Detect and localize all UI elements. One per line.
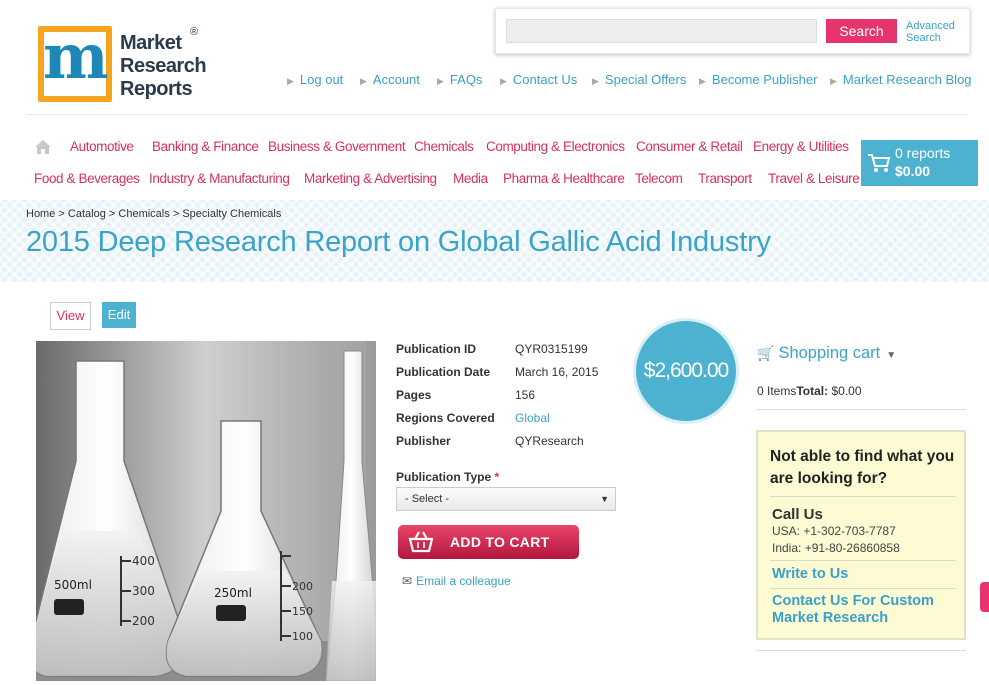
header-cart-button[interactable]: 0 reports $0.00 xyxy=(861,140,978,186)
site-logo[interactable]: m Market Research Reports ® xyxy=(38,20,213,106)
help-question: Not able to find what you are looking fo… xyxy=(770,448,955,487)
basket-icon xyxy=(408,531,434,553)
add-to-cart-button[interactable]: ADD TO CART xyxy=(398,525,579,559)
header-divider xyxy=(26,114,968,115)
svg-text:100: 100 xyxy=(292,630,313,643)
nav-computing-electronics[interactable]: Computing & Electronics xyxy=(486,139,625,154)
phone-usa: USA: +1-302-703-7787 xyxy=(772,524,896,538)
nav-transport[interactable]: Transport xyxy=(698,171,752,186)
chevron-down-icon: ▼ xyxy=(886,350,897,361)
product-image: 400 300 200 500ml 200 150 100 250ml xyxy=(36,341,376,681)
svg-text:300: 300 xyxy=(132,584,155,598)
sidebar-divider xyxy=(756,409,966,410)
write-to-us-link[interactable]: Write to Us xyxy=(772,566,848,583)
registered-mark: ® xyxy=(190,26,199,38)
logo-mark: m xyxy=(38,20,112,102)
shopping-cart-heading[interactable]: 🛒 Shopping cart ▼ xyxy=(757,344,896,363)
search-panel: Search Advanced Search xyxy=(495,8,970,54)
tab-edit[interactable]: Edit xyxy=(102,302,136,328)
nav-energy-utilities[interactable]: Energy & Utilities xyxy=(753,139,849,154)
advanced-search-link[interactable]: Advanced Search xyxy=(906,20,955,44)
search-input[interactable] xyxy=(506,19,817,43)
publication-type-label: Publication Type * xyxy=(396,470,500,484)
region-link[interactable]: Global xyxy=(515,411,550,425)
nav-media[interactable]: Media xyxy=(453,171,488,186)
breadcrumb-specialty-chemicals[interactable]: Specialty Chemicals xyxy=(182,208,281,220)
envelope-icon: ✉ xyxy=(402,574,413,588)
nav-marketing-advertising[interactable]: Marketing & Advertising xyxy=(304,171,437,186)
nav-chemicals[interactable]: Chemicals xyxy=(414,139,474,154)
call-us-heading: Call Us xyxy=(772,506,823,523)
nav-travel-leisure[interactable]: Travel & Leisure xyxy=(768,171,860,186)
cart-summary: 0 ItemsTotal: $0.00 xyxy=(757,384,862,398)
nav-business-government[interactable]: Business & Government xyxy=(268,139,406,154)
phone-india: India: +91-80-26860858 xyxy=(772,541,900,555)
breadcrumb-chemicals[interactable]: Chemicals xyxy=(118,208,169,220)
home-icon[interactable] xyxy=(34,139,52,155)
svg-text:400: 400 xyxy=(132,554,155,568)
top-link-logout[interactable]: ▶ Log out xyxy=(287,72,343,87)
top-link-become-publisher[interactable]: ▶ Become Publisher xyxy=(699,72,817,87)
svg-text:250ml: 250ml xyxy=(214,586,252,600)
nav-pharma-healthcare[interactable]: Pharma & Healthcare xyxy=(503,171,625,186)
nav-automotive[interactable]: Automotive xyxy=(70,139,134,154)
top-link-account[interactable]: ▶ Account xyxy=(360,72,420,87)
cart-icon: 🛒 xyxy=(757,345,775,361)
publication-type-select[interactable]: - Select - ▼ xyxy=(396,487,616,511)
search-button[interactable]: Search xyxy=(826,19,897,43)
logo-text: Market Research Reports xyxy=(120,32,207,100)
nav-industry-manufacturing[interactable]: Industry & Manufacturing xyxy=(149,171,290,186)
nav-food-beverages[interactable]: Food & Beverages xyxy=(34,171,140,186)
top-link-blog[interactable]: ▶ Market Research Blog xyxy=(830,72,972,87)
cart-count: 0 reports xyxy=(895,145,951,161)
chevron-down-icon: ▼ xyxy=(600,494,609,504)
tab-view[interactable]: View xyxy=(50,302,91,330)
sidebar-divider-bottom xyxy=(756,650,966,651)
top-link-special-offers[interactable]: ▶ Special Offers xyxy=(592,72,686,87)
contact-custom-research-link[interactable]: Contact Us For Custom Market Research xyxy=(772,593,958,627)
help-box: Not able to find what you are looking fo… xyxy=(756,430,966,640)
title-banner: Home > Catalog > Chemicals > Specialty C… xyxy=(0,200,989,282)
svg-text:150: 150 xyxy=(292,605,313,618)
page-title: 2015 Deep Research Report on Global Gall… xyxy=(26,226,771,258)
cart-total: $0.00 xyxy=(895,163,931,179)
price-badge: $2,600.00 xyxy=(636,321,736,421)
nav-banking-finance[interactable]: Banking & Finance xyxy=(152,139,259,154)
email-colleague-link[interactable]: ✉ Email a colleague xyxy=(402,574,511,588)
feedback-tab[interactable] xyxy=(980,582,989,612)
nav-telecom[interactable]: Telecom xyxy=(635,171,683,186)
top-link-faqs[interactable]: ▶ FAQs xyxy=(437,72,482,87)
svg-text:200: 200 xyxy=(292,580,313,593)
breadcrumb-catalog[interactable]: Catalog xyxy=(68,208,106,220)
svg-text:500ml: 500ml xyxy=(54,578,92,592)
nav-consumer-retail[interactable]: Consumer & Retail xyxy=(636,139,743,154)
cart-icon xyxy=(868,154,891,172)
breadcrumb-home[interactable]: Home xyxy=(26,208,55,220)
top-link-contact[interactable]: ▶ Contact Us xyxy=(500,72,577,87)
svg-text:200: 200 xyxy=(132,614,155,628)
breadcrumb: Home > Catalog > Chemicals > Specialty C… xyxy=(26,208,282,220)
